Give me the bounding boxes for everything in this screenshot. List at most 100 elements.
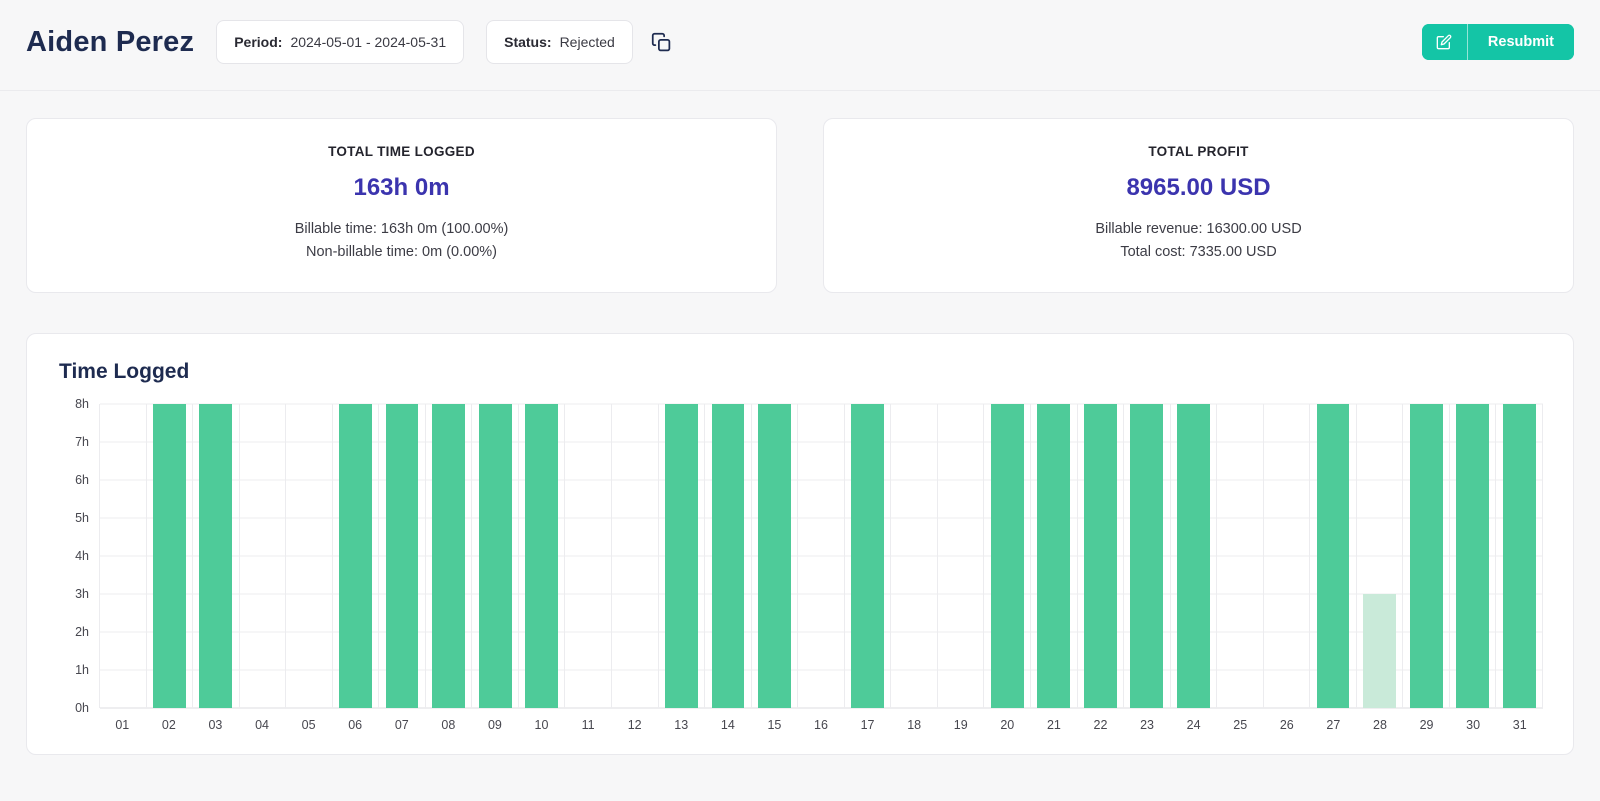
x-tick-label: 07: [394, 717, 409, 732]
x-tick-label: 12: [627, 717, 642, 732]
chart-bar[interactable]: [1409, 403, 1443, 708]
x-tick-label: 08: [441, 717, 456, 732]
y-tick-label: 6h: [75, 472, 89, 487]
chart-columns: [100, 403, 1543, 708]
copy-icon[interactable]: [651, 32, 672, 53]
chart-column: [379, 403, 426, 708]
chart-column: [798, 403, 845, 708]
chart-bar[interactable]: [664, 403, 698, 708]
x-tick-label: 26: [1279, 717, 1294, 732]
chart-bar[interactable]: [990, 403, 1024, 708]
chart-column: [1031, 403, 1078, 708]
total-profit-value: 8965.00 USD: [1126, 174, 1271, 201]
status-box: Status: Rejected: [486, 20, 633, 64]
chart-column: [100, 403, 147, 708]
chart-plot: [99, 403, 1543, 709]
chart-bar[interactable]: [339, 403, 372, 708]
chart-bar[interactable]: [1502, 403, 1536, 708]
summary-cards: TOTAL TIME LOGGED 163h 0m Billable time:…: [26, 118, 1574, 293]
chart-bar[interactable]: [1176, 403, 1210, 708]
chart-column: [752, 403, 799, 708]
x-tick-label: 15: [767, 717, 782, 732]
timesheet-page: Aiden Perez Period: 2024-05-01 - 2024-05…: [0, 0, 1600, 779]
chart-bar[interactable]: [1456, 403, 1490, 708]
status-value: Rejected: [559, 34, 615, 50]
chart-card: Time Logged 0h 1h 2h 3h 4h 5h 6h 7h 8h 01 02 03 04 0…: [26, 332, 1574, 755]
x-tick-label: 27: [1326, 717, 1341, 732]
chart-column: [891, 403, 938, 708]
chart-x-axis: 01 02 03 04 05 06 07 08 09 10 11 12 13 14 15 16 17 18 19 20…: [99, 708, 1543, 738]
total-profit-card: TOTAL PROFIT 8965.00 USD Billable revenu…: [823, 118, 1574, 293]
y-tick-label: 0h: [75, 700, 89, 715]
chart-column: [147, 403, 194, 708]
chart-bar[interactable]: [385, 403, 419, 708]
x-tick-label: 19: [953, 717, 968, 732]
x-tick-label: 03: [208, 717, 223, 732]
total-time-card: TOTAL TIME LOGGED 163h 0m Billable time:…: [26, 118, 777, 293]
chart-bar[interactable]: [199, 403, 233, 708]
chart-column: [1496, 403, 1543, 708]
x-tick-label: 29: [1419, 717, 1434, 732]
chart-bar[interactable]: [1316, 403, 1350, 708]
chart-column: [1217, 403, 1264, 708]
page-title: Aiden Perez: [26, 25, 195, 58]
x-tick-label: 14: [720, 717, 735, 732]
edit-button[interactable]: [1421, 24, 1468, 60]
x-tick-label: 04: [255, 717, 269, 732]
chart-bar[interactable]: [152, 403, 186, 708]
y-tick-label: 1h: [75, 662, 89, 677]
chart-column: [659, 403, 706, 708]
chart-column: [845, 403, 892, 708]
y-tick-label: 7h: [75, 434, 89, 449]
x-tick-label: 24: [1186, 717, 1201, 732]
x-tick-label: 25: [1233, 717, 1248, 732]
resubmit-button[interactable]: Resubmit: [1467, 24, 1574, 60]
chart-column: [612, 403, 659, 708]
chart-bar[interactable]: [432, 403, 465, 708]
x-tick-label: 02: [161, 717, 176, 732]
total-time-value: 163h 0m: [353, 174, 450, 201]
status-label: Status:: [504, 34, 552, 50]
x-tick-label: 06: [348, 717, 363, 732]
y-tick-label: 5h: [75, 510, 89, 525]
card-title: TOTAL TIME LOGGED: [328, 144, 475, 159]
x-tick-label: 10: [534, 717, 549, 732]
chart-column: [984, 403, 1031, 708]
chart-column: [1078, 403, 1125, 708]
chart-bar[interactable]: [1083, 403, 1117, 708]
chart-column: [1450, 403, 1497, 708]
chart-bar[interactable]: [525, 403, 559, 708]
chart-bar[interactable]: [478, 403, 512, 708]
chart-y-axis: 0h 1h 2h 3h 4h 5h 6h 7h 8h: [53, 397, 99, 715]
x-tick-label: 01: [115, 717, 130, 732]
chart-bar[interactable]: [1363, 593, 1396, 708]
chart-column: [240, 403, 287, 708]
y-tick-label: 4h: [75, 548, 89, 563]
chart-column: [1171, 403, 1218, 708]
chart-column: [938, 403, 985, 708]
billable-revenue-line: Billable revenue: 16300.00 USD: [1095, 221, 1302, 237]
time-logged-chart: 0h 1h 2h 3h 4h 5h 6h 7h 8h 01 02 03 04 05 06 07 08 09 10 1…: [53, 397, 1543, 738]
resubmit-button-group: Resubmit: [1421, 24, 1574, 60]
chart-bar[interactable]: [758, 403, 791, 708]
chart-column: [705, 403, 752, 708]
chart-bar[interactable]: [1037, 403, 1071, 708]
x-tick-label: 18: [907, 717, 922, 732]
x-tick-label: 16: [814, 717, 828, 732]
period-label: Period:: [234, 34, 283, 50]
period-value: 2024-05-01 - 2024-05-31: [290, 34, 447, 50]
x-tick-label: 09: [487, 717, 502, 732]
billable-time-line: Billable time: 163h 0m (100.00%): [294, 221, 509, 237]
chart-bar[interactable]: [711, 403, 745, 708]
x-tick-label: 22: [1093, 717, 1108, 732]
chart-column: [472, 403, 519, 708]
chart-column: [519, 403, 566, 708]
chart-column: [1310, 403, 1357, 708]
y-tick-label: 2h: [75, 624, 89, 639]
card-title: TOTAL PROFIT: [1148, 144, 1249, 159]
chart-bar[interactable]: [851, 403, 884, 708]
x-tick-label: 31: [1512, 717, 1527, 732]
chart-column: [193, 403, 240, 708]
chart-column: [565, 403, 613, 708]
chart-bar[interactable]: [1130, 403, 1164, 708]
